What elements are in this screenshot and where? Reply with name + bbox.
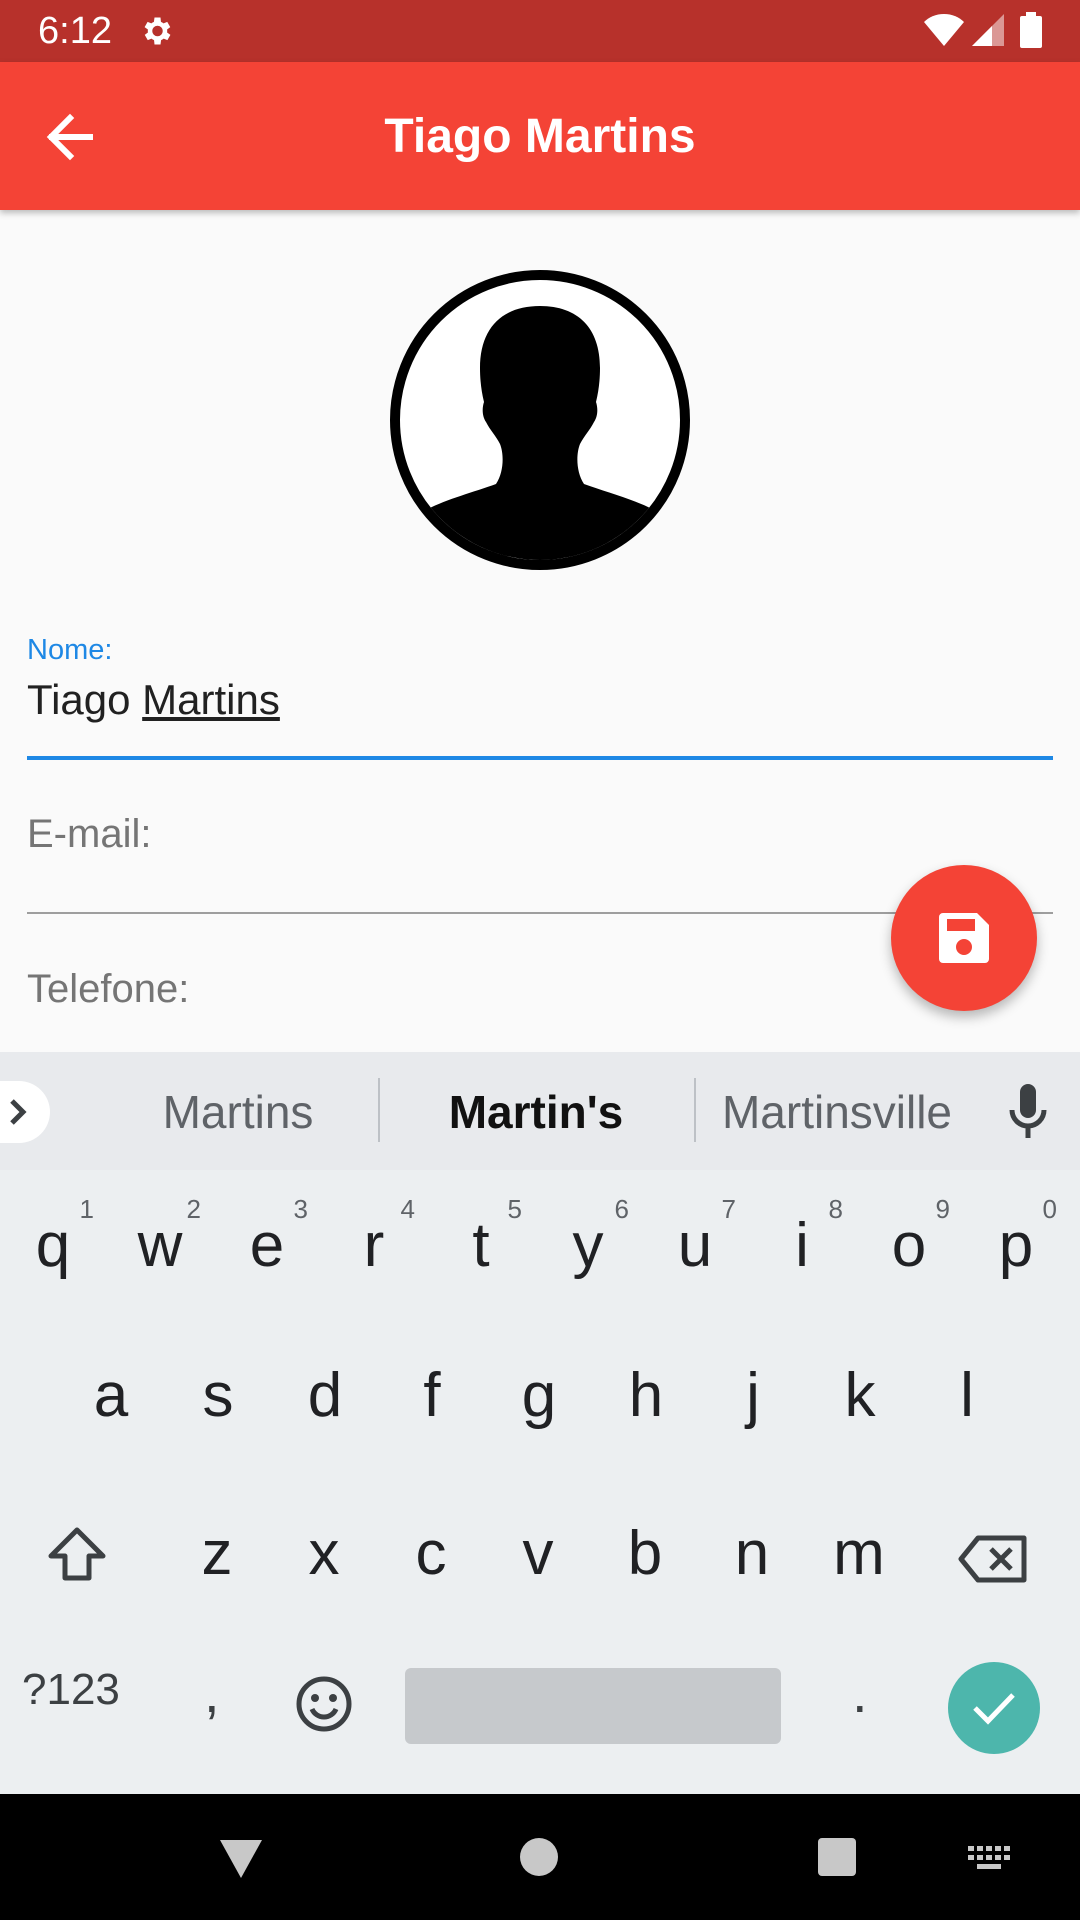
key-p[interactable]: p0: [963, 1186, 1069, 1306]
key-s[interactable]: s: [165, 1336, 271, 1456]
check-icon: [973, 1693, 1015, 1725]
key-r[interactable]: r4: [321, 1186, 427, 1306]
key-number-hint: 5: [507, 1194, 522, 1224]
save-button[interactable]: [891, 865, 1037, 1011]
key-number-hint: 8: [828, 1194, 843, 1224]
page-title: Tiago Martins: [384, 110, 696, 163]
person-silhouette-icon: [390, 270, 690, 570]
back-button[interactable]: [40, 106, 106, 168]
key-n[interactable]: n: [699, 1494, 805, 1614]
nav-home-button[interactable]: [520, 1838, 558, 1876]
key-h[interactable]: h: [593, 1336, 699, 1456]
key-j[interactable]: j: [700, 1336, 806, 1456]
key-c[interactable]: c: [378, 1494, 484, 1614]
key-letter: w: [137, 1211, 183, 1280]
keyboard-switch-icon[interactable]: [968, 1846, 1012, 1877]
key-number-hint: 4: [400, 1194, 415, 1224]
emoji-key[interactable]: [296, 1676, 352, 1737]
microphone-icon[interactable]: [1008, 1084, 1048, 1145]
name-field[interactable]: Tiago Martins: [27, 676, 280, 724]
name-value-last: Martins: [142, 676, 280, 723]
key-z[interactable]: z: [164, 1494, 270, 1614]
key-m[interactable]: m: [806, 1494, 912, 1614]
key-a[interactable]: a: [58, 1336, 164, 1456]
nav-back-button[interactable]: [218, 1838, 264, 1885]
key-number-hint: 1: [79, 1194, 94, 1224]
chevron-right-icon: [10, 1099, 27, 1125]
suggestion-expand-button[interactable]: [0, 1081, 50, 1143]
smiley-icon: [296, 1676, 352, 1732]
arrow-left-icon: [46, 113, 93, 161]
key-letter: u: [677, 1211, 713, 1280]
key-e[interactable]: e3: [214, 1186, 320, 1306]
key-number-hint: 2: [186, 1194, 201, 1224]
key-w[interactable]: w2: [107, 1186, 213, 1306]
key-q[interactable]: q1: [0, 1186, 106, 1306]
key-number-hint: 9: [935, 1194, 950, 1224]
shift-icon: [48, 1527, 106, 1581]
name-field-label: Nome:: [27, 634, 113, 666]
key-number-hint: 7: [721, 1194, 736, 1224]
key-u[interactable]: u7: [642, 1186, 748, 1306]
suggestion-1[interactable]: Martins: [140, 1082, 336, 1142]
floppy-disk-icon: [939, 913, 989, 963]
key-letter: e: [249, 1211, 285, 1280]
backspace-icon: [958, 1535, 1027, 1583]
battery-icon: [1020, 12, 1042, 48]
key-v[interactable]: v: [485, 1494, 591, 1614]
name-field-underline: [27, 756, 1053, 760]
key-k[interactable]: k: [807, 1336, 913, 1456]
nav-recents-button[interactable]: [818, 1838, 856, 1876]
comma-key[interactable]: ,: [204, 1660, 220, 1725]
key-f[interactable]: f: [379, 1336, 485, 1456]
key-number-hint: 6: [614, 1194, 629, 1224]
key-letter: t: [472, 1211, 490, 1280]
triangle-back-icon: [220, 1840, 262, 1878]
suggestion-divider: [694, 1078, 696, 1142]
suggestion-divider: [378, 1078, 380, 1142]
space-key[interactable]: [405, 1668, 781, 1744]
key-o[interactable]: o9: [856, 1186, 962, 1306]
key-number-hint: 3: [293, 1194, 308, 1224]
key-t[interactable]: t5: [428, 1186, 534, 1306]
symbols-key[interactable]: ?123: [22, 1665, 120, 1715]
suggestion-3[interactable]: Martinsville: [712, 1082, 962, 1142]
key-l[interactable]: l: [914, 1336, 1020, 1456]
key-x[interactable]: x: [271, 1494, 377, 1614]
shift-key[interactable]: [46, 1526, 108, 1587]
key-number-hint: 0: [1042, 1194, 1057, 1224]
email-field[interactable]: E-mail:: [27, 812, 151, 857]
key-g[interactable]: g: [486, 1336, 592, 1456]
key-letter: p: [998, 1211, 1034, 1280]
enter-key[interactable]: [948, 1662, 1040, 1754]
key-i[interactable]: i8: [749, 1186, 855, 1306]
key-letter: i: [795, 1211, 809, 1280]
key-y[interactable]: y6: [535, 1186, 641, 1306]
key-letter: o: [891, 1211, 927, 1280]
avatar[interactable]: [390, 270, 690, 570]
backspace-key[interactable]: [958, 1534, 1028, 1589]
status-time: 6:12: [38, 10, 112, 52]
signal-icon: [972, 14, 1004, 51]
name-value-first: Tiago: [27, 676, 143, 723]
key-b[interactable]: b: [592, 1494, 698, 1614]
key-letter: r: [363, 1211, 385, 1280]
gear-icon: [138, 13, 174, 49]
suggestion-2[interactable]: Martin's: [430, 1082, 642, 1142]
key-letter: q: [35, 1211, 71, 1280]
wifi-icon: [924, 14, 964, 51]
period-key[interactable]: .: [852, 1660, 868, 1725]
phone-field[interactable]: Telefone:: [27, 967, 189, 1012]
key-d[interactable]: d: [272, 1336, 378, 1456]
key-letter: y: [572, 1211, 604, 1280]
